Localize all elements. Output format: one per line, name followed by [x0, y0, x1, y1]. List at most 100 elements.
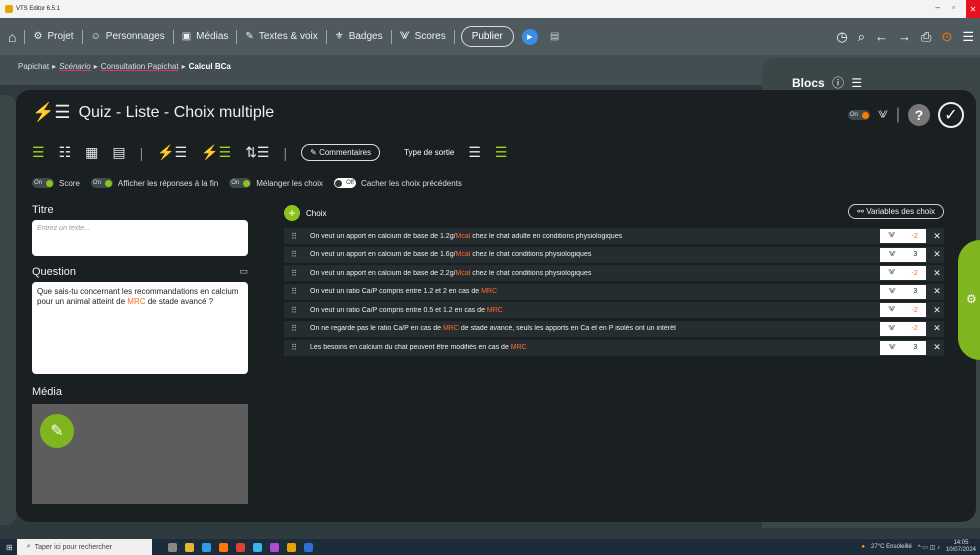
info-icon[interactable]: ⓘ	[832, 76, 844, 90]
stopwatch-icon[interactable]: ◷	[836, 29, 847, 45]
choice-text[interactable]: On veut un apport en calcium de base de …	[304, 270, 880, 277]
side-settings-tab[interactable]: ⚙	[958, 240, 980, 360]
choice-score[interactable]: ⨈ -2	[880, 229, 926, 243]
output-multi-icon[interactable]: ☰	[495, 144, 508, 161]
layout-list-icon[interactable]: ☰	[32, 144, 45, 161]
choice-score[interactable]: ⨈ -2	[880, 266, 926, 281]
choice-row[interactable]: ⠿ On veut un apport en calcium de base de…	[284, 246, 944, 263]
breadcrumb-item[interactable]: Scénario	[59, 62, 91, 71]
drag-handle-icon[interactable]: ⠿	[284, 250, 304, 259]
choice-mode-multi-icon[interactable]: ⚡☰	[201, 144, 231, 161]
save-icon[interactable]: ⎙	[921, 29, 931, 45]
choice-row[interactable]: ⠿ On veut un apport en calcium de base de…	[284, 228, 944, 244]
commentaires-button[interactable]: ✎ Commentaires	[301, 144, 381, 161]
taskview-icon[interactable]	[167, 542, 177, 552]
close-icon[interactable]: ✕	[966, 0, 980, 18]
explorer-icon[interactable]	[184, 542, 194, 552]
remove-choice-icon[interactable]: ✕	[930, 323, 944, 334]
show-answers-toggle[interactable]: On	[90, 178, 113, 188]
choice-text[interactable]: On veut un apport en calcium de base de …	[304, 233, 880, 240]
publier-button[interactable]: Publier	[460, 26, 514, 47]
windows-start-icon[interactable]: ⊞	[6, 543, 13, 552]
chrome-icon[interactable]	[235, 542, 245, 552]
app-icon[interactable]	[252, 542, 262, 552]
choice-order-icon[interactable]: ⇅☰	[245, 144, 269, 161]
preview-icon[interactable]: ▶	[521, 28, 538, 45]
medias-button[interactable]: ▣ Médias	[174, 18, 237, 55]
arrow-left-icon[interactable]: ←	[875, 29, 888, 44]
scores-button[interactable]: ⨈ Scores	[392, 18, 454, 55]
layout-grid-icon[interactable]: ▦	[85, 144, 98, 161]
choice-text[interactable]: On ne regarde pas le ratio Ca/P en cas d…	[304, 325, 880, 332]
arrow-right-icon[interactable]: →	[898, 29, 911, 44]
choice-score[interactable]: ⨈ -2	[880, 321, 926, 336]
breadcrumb-item[interactable]: Consultation Papichat	[101, 62, 179, 71]
choice-row[interactable]: ⠿ On veut un apport en calcium de base de…	[284, 265, 944, 282]
home-button[interactable]: ⌂	[0, 18, 24, 55]
titre-input[interactable]: Entrez un texte...	[32, 220, 248, 256]
output-single-icon[interactable]: ☰	[468, 144, 481, 161]
projet-button[interactable]: ⚙ Projet	[25, 18, 81, 55]
remove-choice-icon[interactable]: ✕	[930, 231, 944, 242]
comment-icon[interactable]: ▭	[239, 266, 248, 278]
badge-icon: ⚜	[334, 31, 344, 42]
question-input[interactable]: Que sais-tu concernant les recommandatio…	[32, 282, 248, 374]
drag-handle-icon[interactable]: ⠿	[284, 306, 304, 315]
choice-text[interactable]: Les besoins en calcium du chat peuvent ê…	[304, 344, 880, 351]
validate-icon[interactable]: ✓	[938, 102, 964, 128]
drag-handle-icon[interactable]: ⠿	[284, 287, 304, 296]
choice-text[interactable]: On veut un ratio Ca/P compris entre 1.2 …	[304, 288, 880, 295]
taskbar-search[interactable]: ⌕ Taper ici pour rechercher	[16, 539, 152, 555]
help-icon[interactable]: ?	[908, 104, 930, 126]
choice-row[interactable]: ⠿ On veut un ratio Ca/P compris entre 0.5…	[284, 302, 944, 319]
add-choice-button[interactable]: +	[284, 205, 300, 221]
choice-row[interactable]: ⠿ On veut un ratio Ca/P compris entre 1.2…	[284, 283, 944, 300]
show-answers-label: Afficher les réponses à la fin	[117, 178, 219, 188]
choice-text[interactable]: On veut un ratio Ca/P compris entre 0.5 …	[304, 307, 880, 314]
breadcrumb-item[interactable]: Papichat	[18, 62, 49, 71]
drag-handle-icon[interactable]: ⠿	[284, 232, 304, 241]
remove-choice-icon[interactable]: ✕	[930, 249, 944, 260]
tray-icons[interactable]: ^ ▭ ◫ ♪	[918, 544, 940, 551]
image-icon[interactable]: ▤	[550, 31, 559, 42]
choice-score[interactable]: ⨈ 3	[880, 284, 926, 299]
badges-button[interactable]: ⚜ Badges	[327, 18, 391, 55]
choice-row[interactable]: ⠿ Les besoins en calcium du chat peuvent …	[284, 339, 944, 356]
search-icon[interactable]: ⌕	[858, 29, 865, 45]
remove-choice-icon[interactable]: ✕	[930, 342, 944, 353]
shuffle-toggle[interactable]: On	[229, 178, 252, 188]
remove-choice-icon[interactable]: ✕	[930, 286, 944, 297]
app-icon[interactable]	[269, 542, 279, 552]
edit-media-button[interactable]: ✎	[40, 414, 74, 448]
choice-score[interactable]: ⨈ 3	[880, 340, 926, 355]
choice-row[interactable]: ⠿ On ne regarde pas le ratio Ca/P en cas …	[284, 320, 944, 337]
choice-score[interactable]: ⨈ 3	[880, 247, 926, 262]
remove-choice-icon[interactable]: ✕	[930, 305, 944, 316]
app-icon[interactable]	[303, 542, 313, 552]
menu-icon[interactable]: ☰	[962, 29, 974, 45]
remove-choice-icon[interactable]: ✕	[930, 268, 944, 279]
choice-list: ⠿ On veut un apport en calcium de base de…	[284, 228, 944, 356]
layout-list-bullet-icon[interactable]: ☷	[59, 144, 72, 161]
choice-mode-icon[interactable]: ⚡☰	[157, 144, 187, 161]
personnages-button[interactable]: ☺ Personnages	[83, 18, 173, 55]
play-icon[interactable]: ⊙	[941, 29, 952, 45]
textes-voix-button[interactable]: ✎ Textes & voix	[237, 18, 325, 55]
score-toggle[interactable]: On	[32, 178, 54, 188]
modal-score-toggle[interactable]: On	[847, 110, 870, 120]
hide-previous-toggle[interactable]: Off	[333, 178, 356, 188]
app-icon[interactable]	[286, 542, 296, 552]
variables-choix-button[interactable]: ⚯ Variables des choix	[848, 204, 944, 219]
drag-handle-icon[interactable]: ⠿	[284, 324, 304, 333]
type-sortie-label: Type de sortie	[404, 148, 455, 157]
edge-icon[interactable]	[201, 542, 211, 552]
maximize-icon[interactable]: ▫	[952, 3, 955, 12]
choice-score[interactable]: ⨈ -2	[880, 303, 926, 318]
drag-handle-icon[interactable]: ⠿	[284, 343, 304, 352]
choice-text[interactable]: On veut un apport en calcium de base de …	[304, 251, 880, 258]
layout-columns-icon[interactable]: ▤	[112, 144, 125, 161]
minimize-icon[interactable]: –	[936, 3, 940, 12]
drag-handle-icon[interactable]: ⠿	[284, 269, 304, 278]
firefox-icon[interactable]	[218, 542, 228, 552]
list-icon[interactable]: ☰	[851, 76, 862, 90]
